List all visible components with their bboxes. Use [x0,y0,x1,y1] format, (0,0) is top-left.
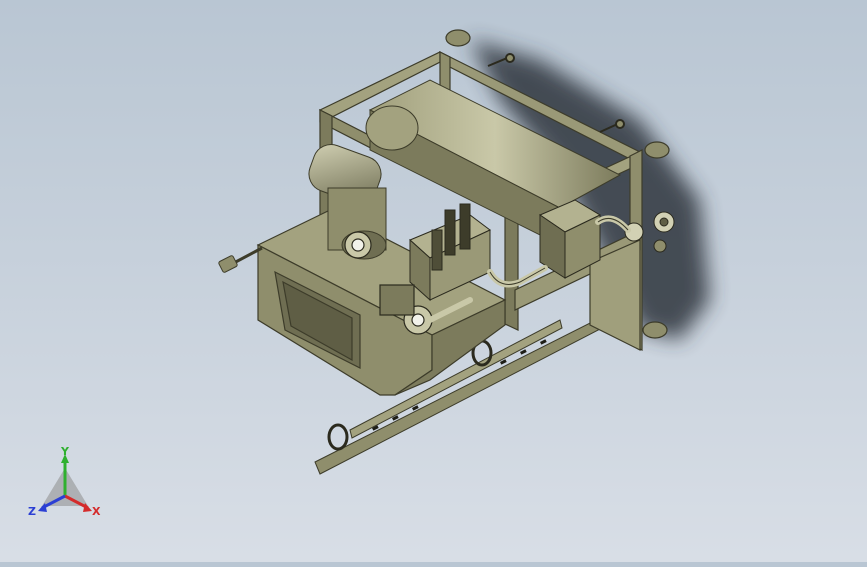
z-axis-label: Z [28,505,36,518]
coordinate-triad: Y X Z [28,446,101,518]
model-view[interactable] [0,0,867,562]
y-axis-label: Y [60,446,70,458]
graphics-viewport[interactable]: Y X Z [0,0,867,562]
x-axis-label: X [92,505,101,518]
handle-rod [218,246,263,273]
